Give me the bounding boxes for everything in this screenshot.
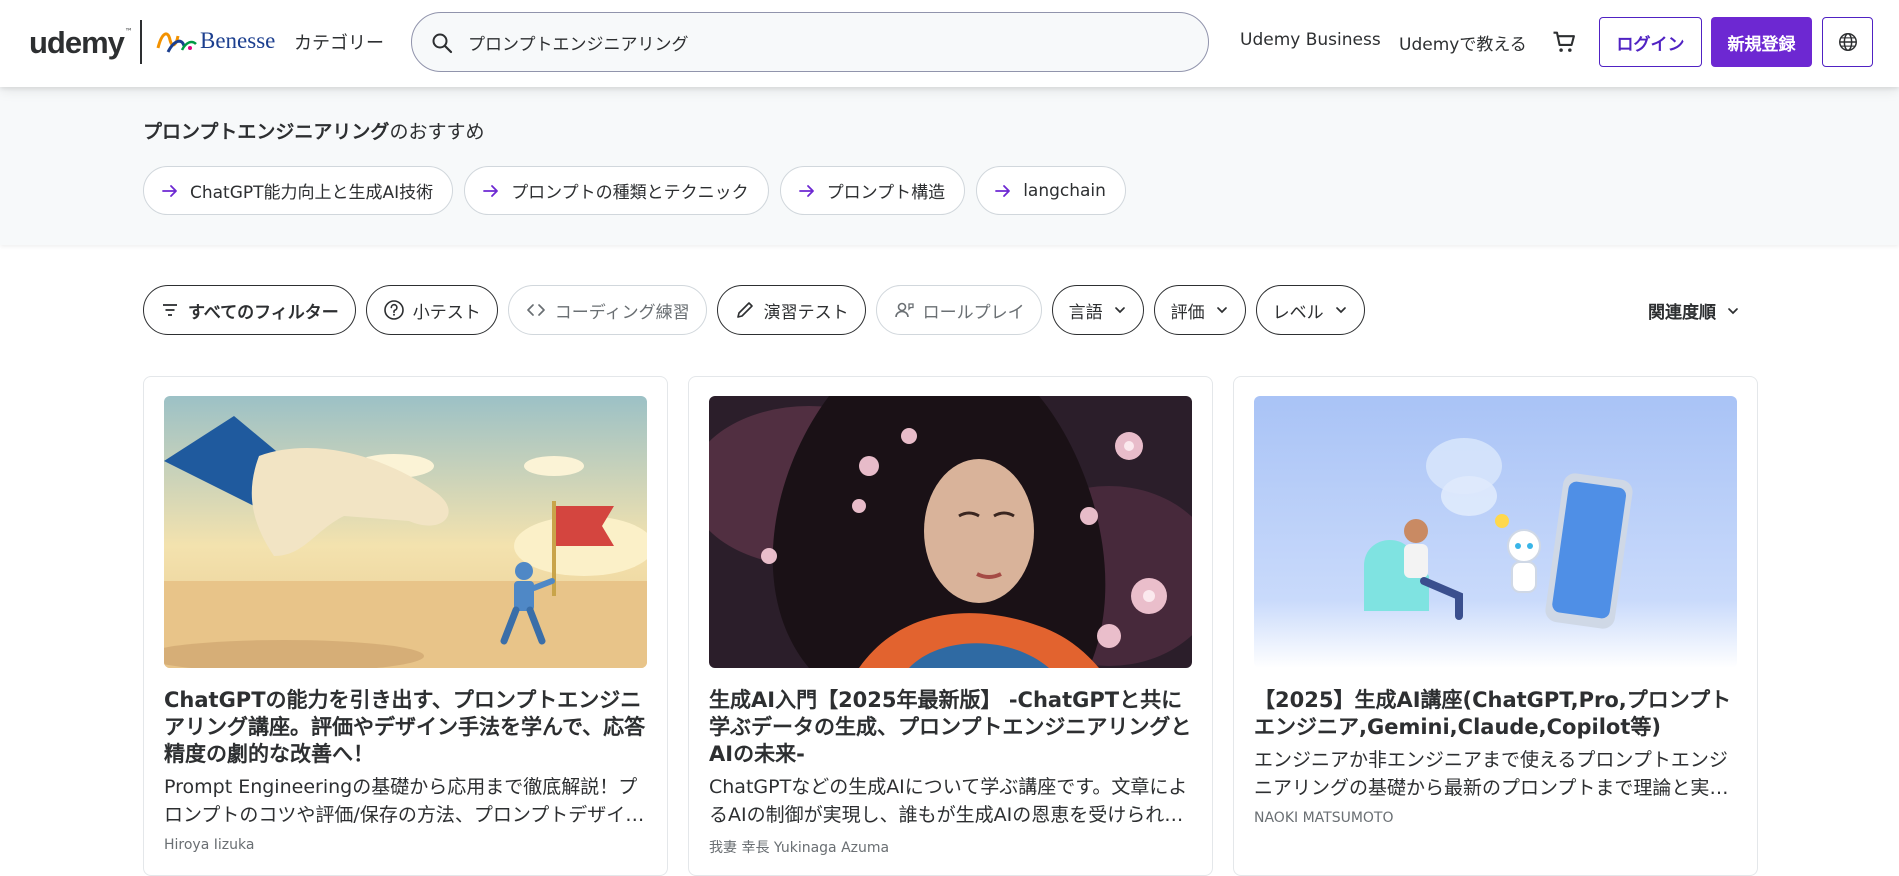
related-searches-section: プロンプトエンジニアリングのおすすめ ChatGPT能力向上と生成AI技術 プロ… <box>0 87 1899 245</box>
top-header: udemy™ Benesse カテゴリー Udemy Business Udem… <box>0 0 1899 87</box>
logo-divider <box>140 20 142 64</box>
rating-filter-dropdown[interactable]: 評価 <box>1153 285 1246 335</box>
related-searches-title: プロンプトエンジニアリングのおすすめ <box>143 121 485 143</box>
sort-dropdown[interactable]: 関連度順 <box>1648 298 1740 323</box>
teach-on-udemy-link[interactable]: Udemyで教える <box>1399 30 1527 55</box>
person-chat-icon <box>894 302 914 318</box>
related-search-chip[interactable]: プロンプトの種類とテクニック <box>464 166 769 215</box>
related-search-chip[interactable]: プロンプト構造 <box>779 166 966 215</box>
cart-icon[interactable] <box>1550 28 1578 56</box>
search-bar[interactable] <box>411 12 1209 72</box>
course-thumbnail-image[interactable] <box>164 396 647 668</box>
chevron-down-icon <box>1335 307 1346 314</box>
course-card[interactable]: 生成AI入門【2025年最新版】 -ChatGPTと共に学ぶデータの生成、プロン… <box>688 376 1213 876</box>
chevron-down-icon <box>1216 307 1227 314</box>
categories-link[interactable]: カテゴリー <box>294 29 384 55</box>
pencil-icon <box>736 302 753 318</box>
search-input[interactable] <box>468 27 1168 57</box>
practice-test-filter-button[interactable]: 演習テスト <box>716 285 866 335</box>
arrow-right-icon <box>995 184 1011 197</box>
benesse-logo[interactable]: Benesse <box>154 26 275 56</box>
course-description: Prompt Engineeringの基礎から応用まで徹底解説！プロンプトのコツ… <box>164 776 645 826</box>
benesse-logo-text: Benesse <box>200 28 276 53</box>
course-description: ChatGPTなどの生成AIについて学ぶ講座です。文章によるAIの制御が実現し、… <box>709 776 1188 826</box>
login-button[interactable]: ログイン <box>1599 17 1702 67</box>
course-author: 我妻 幸長 Yukinaga Azuma <box>709 840 890 856</box>
course-author: NAOKI MATSUMOTO <box>1254 810 1394 826</box>
course-author: Hiroya Iizuka <box>164 837 255 853</box>
filter-icon <box>163 304 177 316</box>
related-search-chip[interactable]: ChatGPT能力向上と生成AI技術 <box>143 166 454 215</box>
course-card[interactable]: 【2025】生成AI講座(ChatGPT,Pro,プロンプトエンジニア,Gemi… <box>1233 376 1758 876</box>
udemy-logo[interactable]: udemy ™ <box>29 24 133 58</box>
filter-bar: すべてのフィルター 小テスト コーディング練習 演習テスト ロールプレイ 言語 <box>143 285 1365 335</box>
course-card[interactable]: ChatGPTの能力を引き出す、プロンプトエンジニアリング講座。評価やデザイン手… <box>143 376 668 876</box>
course-thumbnail-image[interactable] <box>1254 396 1737 668</box>
coding-exercise-filter-button[interactable]: コーディング練習 <box>507 285 707 335</box>
quiz-filter-button[interactable]: 小テスト <box>365 285 498 335</box>
chevron-down-icon <box>1728 307 1738 314</box>
course-thumbnail-image[interactable] <box>709 396 1192 668</box>
udemy-logo-text: udemy <box>29 25 125 60</box>
related-search-chips: ChatGPT能力向上と生成AI技術 プロンプトの種類とテクニック プロンプト構… <box>143 166 1126 215</box>
search-icon[interactable] <box>430 31 454 55</box>
course-title[interactable]: 【2025】生成AI講座(ChatGPT,Pro,プロンプトエンジニア,Gemi… <box>1254 687 1737 741</box>
signup-button[interactable]: 新規登録 <box>1711 17 1812 67</box>
arrow-right-icon <box>162 184 177 197</box>
globe-icon <box>1838 33 1857 51</box>
course-title[interactable]: 生成AI入門【2025年最新版】 -ChatGPTと共に学ぶデータの生成、プロン… <box>709 687 1192 768</box>
code-icon <box>526 304 545 316</box>
related-search-chip[interactable]: langchain <box>976 166 1126 215</box>
question-circle-icon <box>383 300 404 320</box>
arrow-right-icon <box>483 184 499 197</box>
course-title[interactable]: ChatGPTの能力を引き出す、プロンプトエンジニアリング講座。評価やデザイン手… <box>164 687 647 768</box>
level-filter-dropdown[interactable]: レベル <box>1255 285 1365 335</box>
chevron-down-icon <box>1114 307 1125 314</box>
udemy-business-link[interactable]: Udemy Business <box>1240 30 1381 50</box>
benesse-mark-icon <box>156 32 197 53</box>
all-filters-button[interactable]: すべてのフィルター <box>143 285 356 335</box>
language-filter-dropdown[interactable]: 言語 <box>1051 285 1144 335</box>
arrow-right-icon <box>798 184 814 197</box>
language-button[interactable] <box>1822 17 1873 67</box>
roleplay-filter-button[interactable]: ロールプレイ <box>875 285 1042 335</box>
course-description: エンジニアか非エンジニアまで使えるプロンプトエンジニアリングの基礎から最新のプロ… <box>1254 749 1729 799</box>
